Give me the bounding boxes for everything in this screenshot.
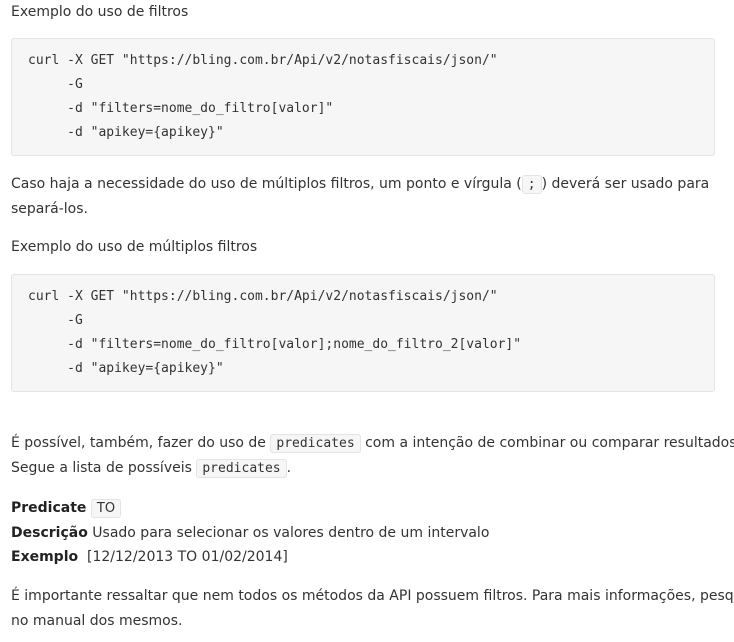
predicates-paragraph-line1: É possível, também, fazer do uso de pred… [11,431,734,456]
paragraph-text: Caso haja a necessidade do uso de múltip… [11,176,522,192]
predicates-code: predicates [270,434,361,453]
predicate-value: TO [90,499,122,518]
multi-filter-paragraph-line1: Caso haja a necessidade do uso de múltip… [11,172,709,197]
filter-example-heading: Exemplo do uso de filtros [11,4,189,20]
predicates-code: predicates [196,459,287,478]
predicate-row: Predicate TO [11,496,122,521]
description-label: Descrição [11,525,88,541]
documentation-page: Exemplo do uso de filtros curl -X GET "h… [0,0,734,642]
description-value: Usado para selecionar os valores dentro … [92,525,490,541]
example-label: Exemplo [11,549,79,565]
paragraph-text: com a intenção de combinar ou comparar r… [365,435,734,451]
paragraph-text: . [286,460,292,476]
semicolon-code: ; [521,175,542,194]
predicates-paragraph-line2: Segue a lista de possíveis predicates. [11,456,291,481]
code-line: -G [28,313,83,328]
note-paragraph-line2: no manual dos mesmos. [11,613,183,629]
multi-filter-example-heading: Exemplo do uso de múltiplos filtros [11,239,258,255]
code-line: -d "apikey={apikey}" [28,361,224,376]
example-row: Exemplo [12/12/2013 TO 01/02/2014] [11,545,288,570]
predicate-label: Predicate [11,500,87,516]
note-paragraph-line1: É importante ressaltar que nem todos os … [11,588,734,604]
code-line: -d "apikey={apikey}" [28,125,224,140]
paragraph-text: ) deverá ser usado para [541,176,710,192]
paragraph-text: Segue a lista de possíveis [11,460,192,476]
example-value: [12/12/2013 TO 01/02/2014] [87,549,288,565]
code-line: curl -X GET "https://bling.com.br/Api/v2… [28,289,498,304]
code-line: -d "filters=nome_do_filtro[valor];nome_d… [28,337,522,352]
code-block-multi-filter: curl -X GET "https://bling.com.br/Api/v2… [11,274,715,392]
description-row: Descrição Usado para selecionar os valor… [11,521,489,546]
multi-filter-paragraph-line2: separá-los. [11,201,88,217]
code-line: curl -X GET "https://bling.com.br/Api/v2… [28,53,498,68]
paragraph-text: É possível, também, fazer do uso de [11,435,266,451]
code-line: -d "filters=nome_do_filtro[valor]" [28,101,334,116]
code-block-filter: curl -X GET "https://bling.com.br/Api/v2… [11,38,715,156]
code-line: -G [28,77,83,92]
